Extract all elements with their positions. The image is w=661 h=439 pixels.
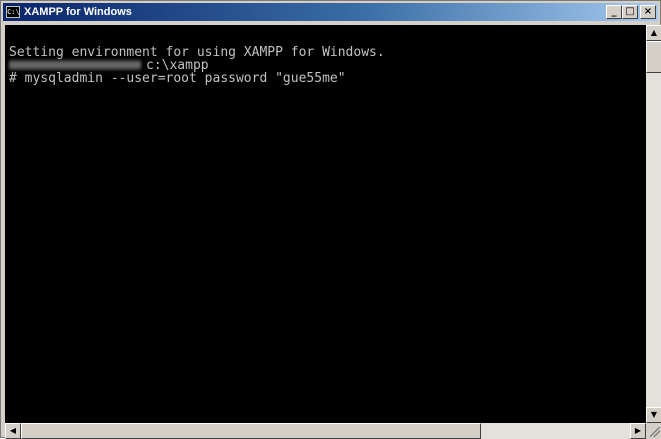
redacted-text bbox=[9, 60, 141, 70]
scroll-up-arrow-icon[interactable]: ▲ bbox=[646, 25, 661, 41]
resize-corner[interactable] bbox=[646, 423, 661, 439]
horizontal-scrollbar[interactable]: ◀ ▶ bbox=[5, 423, 646, 439]
maximize-button[interactable]: □ bbox=[622, 5, 638, 19]
scroll-right-arrow-icon[interactable]: ▶ bbox=[630, 423, 646, 439]
vertical-scrollbar[interactable]: ▲ ▼ bbox=[646, 25, 661, 423]
console-icon: C:\ bbox=[6, 6, 20, 18]
title-bar[interactable]: C:\ XAMPP for Windows _ □ × bbox=[3, 3, 658, 21]
resize-grip-icon[interactable] bbox=[650, 427, 660, 437]
horizontal-scroll-thumb[interactable] bbox=[21, 423, 481, 439]
scroll-down-arrow-icon[interactable]: ▼ bbox=[646, 407, 661, 423]
console-output[interactable]: Setting environment for using XAMPP for … bbox=[5, 25, 646, 423]
scroll-left-arrow-icon[interactable]: ◀ bbox=[5, 423, 21, 439]
vertical-scroll-thumb[interactable] bbox=[646, 41, 661, 73]
minimize-button[interactable]: _ bbox=[606, 5, 622, 19]
console-line-command: # mysqladmin --user=root password "gue55… bbox=[9, 71, 346, 86]
window-title: XAMPP for Windows bbox=[24, 6, 132, 18]
title-buttons: _ □ × bbox=[606, 5, 656, 19]
close-button[interactable]: × bbox=[640, 5, 656, 19]
console-window: C:\ XAMPP for Windows _ □ × Setting envi… bbox=[0, 0, 661, 439]
